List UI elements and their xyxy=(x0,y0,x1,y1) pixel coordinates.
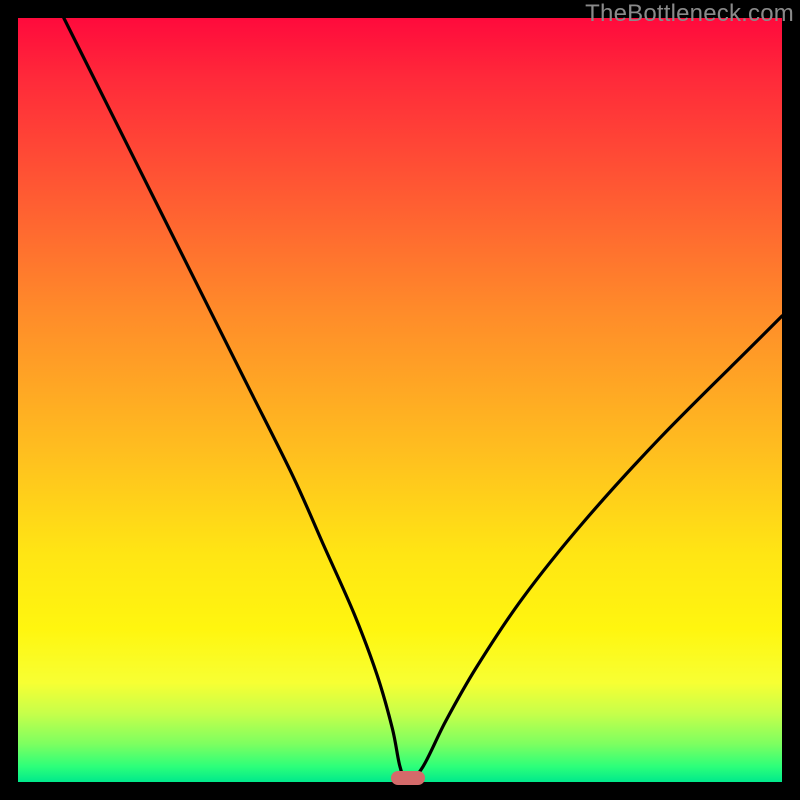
chart-frame: TheBottleneck.com xyxy=(0,0,800,800)
bottleneck-curve xyxy=(18,18,782,782)
minimum-marker xyxy=(391,771,425,785)
plot-area xyxy=(18,18,782,782)
watermark-text: TheBottleneck.com xyxy=(585,0,794,28)
